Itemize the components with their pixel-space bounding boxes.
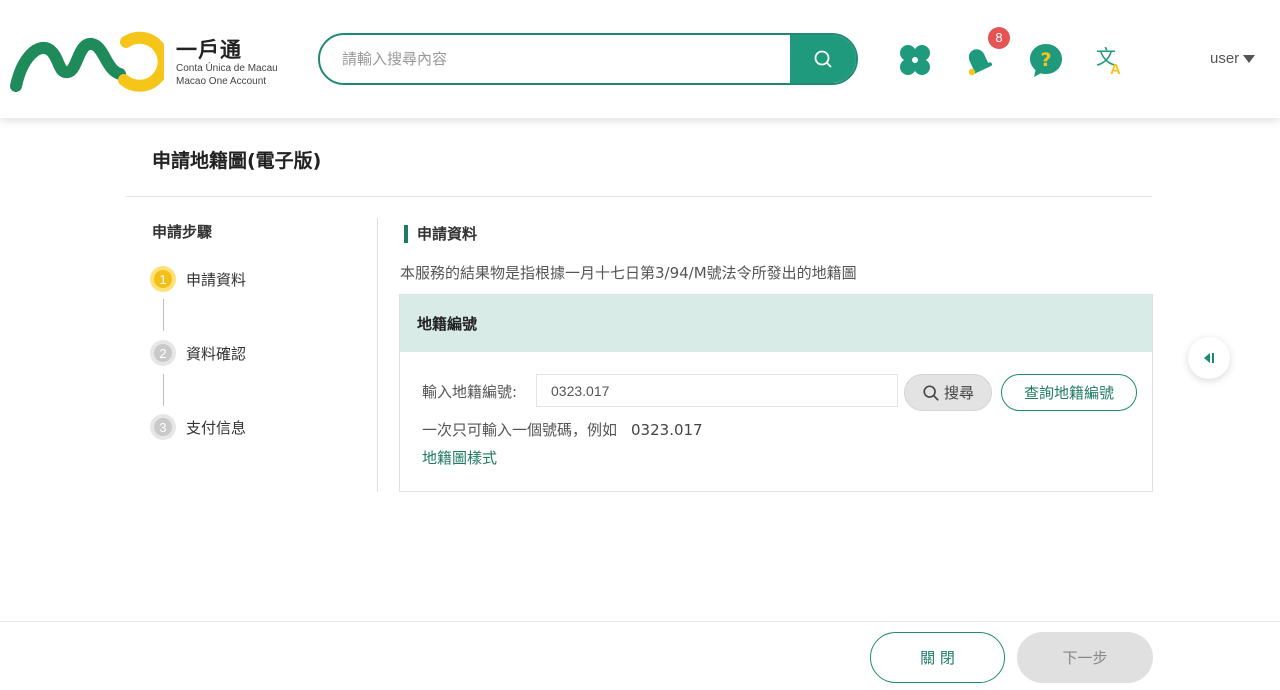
- services-button[interactable]: [895, 40, 935, 80]
- lookup-cadastral-number-button[interactable]: 查詢地籍編號: [1001, 374, 1137, 411]
- cadastral-number-input[interactable]: [536, 374, 898, 407]
- hint-example: 0323.017: [631, 421, 703, 439]
- step-label: 資料確認: [186, 344, 247, 363]
- section-marker: [404, 224, 408, 243]
- brand-text: 一戶通 Conta Única de Macau Macao One Accou…: [176, 38, 278, 88]
- search-cadastral-button[interactable]: 搜尋: [904, 374, 992, 411]
- macao-one-account-logo[interactable]: [8, 28, 164, 92]
- map-style-link[interactable]: 地籍圖樣式: [422, 447, 497, 468]
- next-step-button[interactable]: 下一步: [1017, 632, 1153, 683]
- brand-name-zh: 一戶通: [176, 38, 242, 62]
- user-menu[interactable]: user: [1210, 50, 1256, 67]
- help-button[interactable]: ?: [1026, 40, 1066, 80]
- step-item-3: 3 支付信息: [150, 414, 246, 440]
- input-hint: 一次只可輸入一個號碼，例如 0323.017: [422, 419, 703, 440]
- search-button-label: 搜尋: [943, 384, 974, 402]
- clover-icon: [900, 45, 930, 75]
- section-title-text: 申請資料: [417, 225, 478, 243]
- search-bar: [318, 33, 858, 85]
- search-icon: [923, 384, 939, 401]
- step-number-icon: 3: [150, 414, 176, 440]
- side-panel-toggle[interactable]: [1188, 337, 1230, 379]
- sidebar-divider: [377, 218, 378, 492]
- step-label: 支付信息: [186, 418, 247, 437]
- card-header: 地籍編號: [400, 295, 1152, 352]
- step-number-icon: 1: [150, 266, 176, 292]
- chevron-down-icon: [1243, 54, 1256, 63]
- help-icon: ?: [1030, 44, 1062, 77]
- svg-text:?: ?: [1040, 49, 1051, 71]
- bell-icon: [968, 49, 992, 76]
- collapse-panel-icon: [1204, 353, 1214, 363]
- user-name: user: [1210, 50, 1240, 67]
- page-title: 申請地籍圖(電子版): [152, 150, 322, 172]
- title-divider: [126, 196, 1152, 197]
- cadastral-number-card: 地籍編號 輸入地籍編號: 搜尋 查詢地籍編號 一次只可輸入一個號碼，例如 0323…: [399, 294, 1153, 492]
- hint-text: 一次只可輸入一個號碼，例如: [422, 421, 618, 439]
- svg-text:A: A: [1110, 61, 1121, 78]
- top-header: 一戶通 Conta Única de Macau Macao One Accou…: [0, 0, 1280, 118]
- step-label: 申請資料: [186, 270, 247, 289]
- steps-title: 申請步驟: [152, 223, 213, 241]
- service-description: 本服務的結果物是指根據一月十七日第3/94/M號法令所發出的地籍圖: [400, 264, 857, 282]
- brand-name-pt: Conta Única de Macau: [176, 63, 278, 74]
- section-title: 申請資料: [404, 223, 477, 244]
- cadastral-number-label: 輸入地籍編號:: [422, 383, 518, 401]
- step-number-icon: 2: [150, 340, 176, 366]
- step-item-2: 2 資料確認: [150, 340, 246, 366]
- search-icon: [814, 50, 832, 68]
- step-item-1: 1 申請資料: [150, 266, 246, 292]
- search-input[interactable]: [320, 35, 792, 83]
- search-button[interactable]: [790, 35, 856, 83]
- notification-badge: 8: [988, 27, 1010, 49]
- step-connector: [163, 299, 164, 331]
- language-button[interactable]: 文 A: [1089, 40, 1129, 80]
- step-connector: [163, 374, 164, 406]
- translate-icon: 文 A: [1096, 45, 1121, 78]
- close-button[interactable]: 關 閉: [870, 632, 1005, 683]
- brand-name-en: Macao One Account: [176, 76, 267, 87]
